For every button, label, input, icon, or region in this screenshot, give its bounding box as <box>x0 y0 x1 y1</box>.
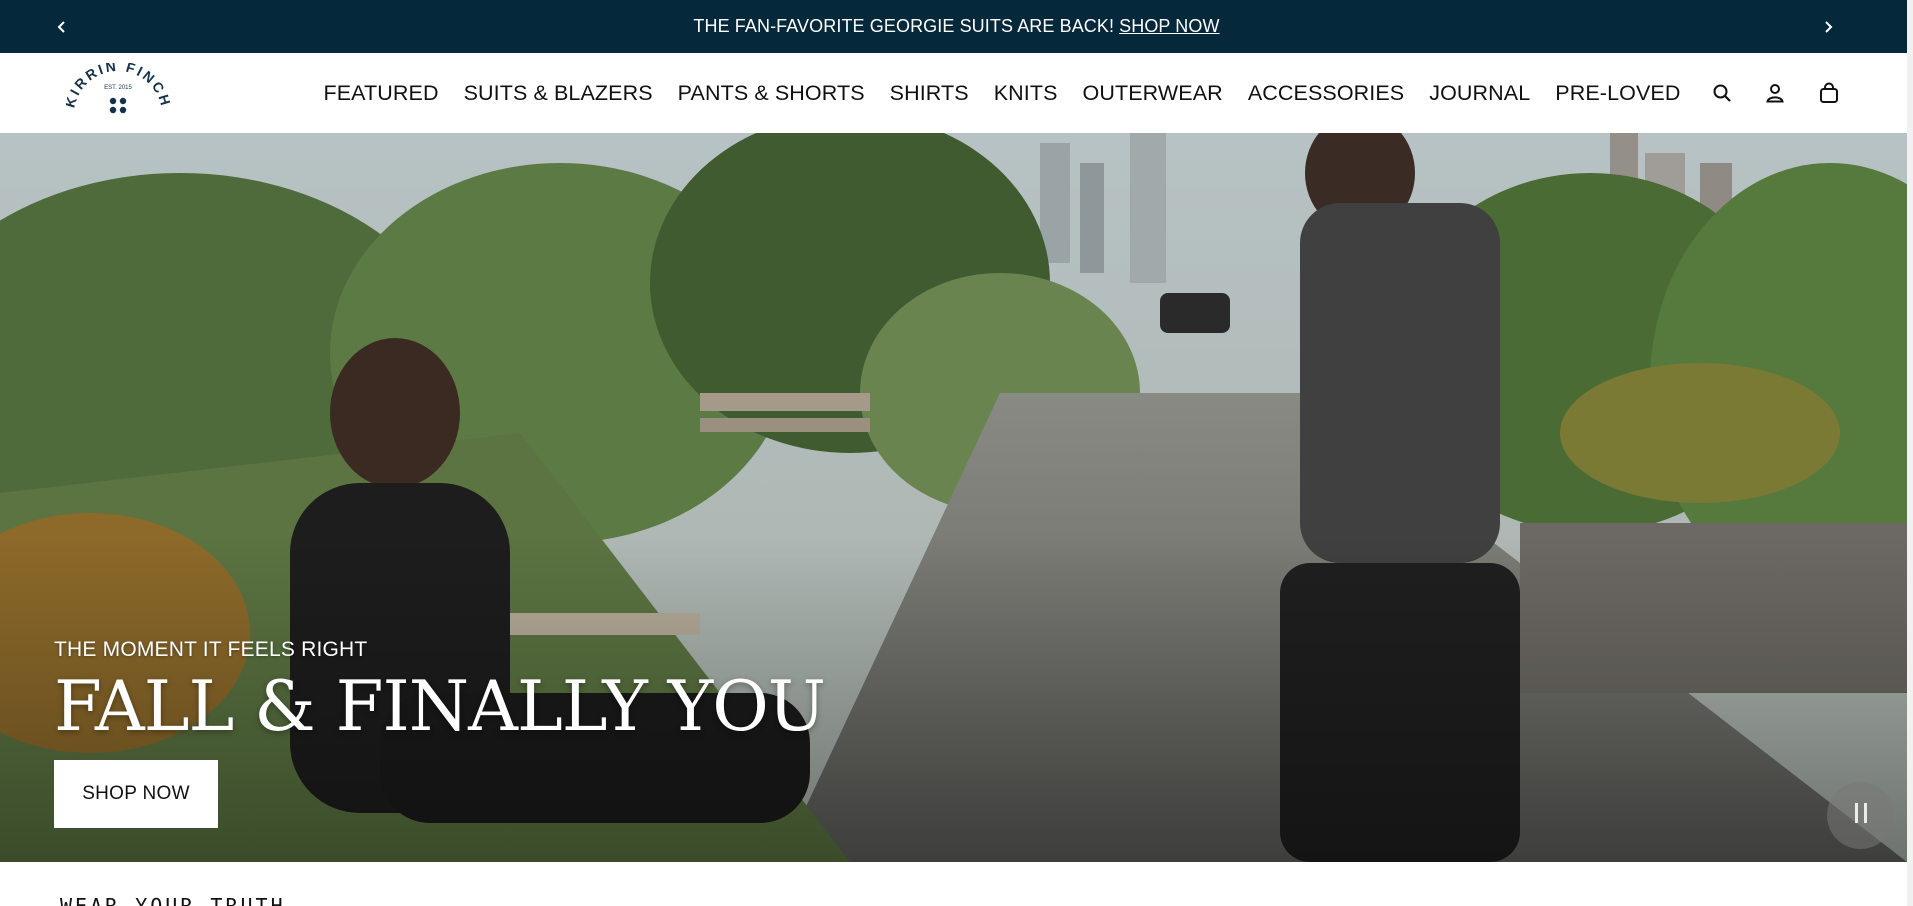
section-title: WEAR YOUR TRUTH <box>60 894 286 906</box>
nav-suits-blazers[interactable]: SUITS & BLAZERS <box>451 81 665 106</box>
cart-icon <box>1820 82 1838 103</box>
chevron-left-icon <box>57 20 65 33</box>
search-icon <box>1713 84 1731 102</box>
cart-button[interactable] <box>1811 75 1847 111</box>
site-header: KIRRIN FINCH EST. 2015 FEATURED SUITS & … <box>0 53 1913 133</box>
hero-headline: FALL & FINALLY YOU <box>54 667 826 747</box>
account-icon <box>1766 84 1784 103</box>
account-button[interactable] <box>1757 75 1793 111</box>
announcement-shop-link[interactable]: SHOP NOW <box>1119 16 1219 36</box>
nav-outerwear[interactable]: OUTERWEAR <box>1070 81 1235 106</box>
nav-shirts[interactable]: SHIRTS <box>877 81 981 106</box>
nav-accessories[interactable]: ACCESSORIES <box>1235 81 1416 106</box>
hero-eyebrow: THE MOMENT IT FEELS RIGHT <box>54 638 368 661</box>
announcement-text: THE FAN-FAVORITE GEORGIE SUITS ARE BACK! <box>693 16 1115 36</box>
announcement-bar: THE FAN-FAVORITE GEORGIE SUITS ARE BACK!… <box>0 0 1913 53</box>
pause-icon <box>1852 803 1870 828</box>
video-pause-button[interactable] <box>1827 782 1894 849</box>
nav-pants-shorts[interactable]: PANTS & SHORTS <box>665 81 877 106</box>
page-scrollbar[interactable] <box>1907 0 1913 906</box>
hero-photo <box>0 133 1907 862</box>
hero-shop-now-button[interactable]: SHOP NOW <box>54 760 218 828</box>
main-nav: FEATURED SUITS & BLAZERS PANTS & SHORTS … <box>311 53 1693 133</box>
brand-logo-mark: KIRRIN FINCH EST. 2015 <box>62 58 172 114</box>
hero-banner: THE MOMENT IT FEELS RIGHT FALL & FINALLY… <box>0 133 1907 862</box>
hero-content: THE MOMENT IT FEELS RIGHT FALL & FINALLY… <box>54 638 826 747</box>
nav-featured[interactable]: FEATURED <box>311 81 451 106</box>
announcement-message: THE FAN-FAVORITE GEORGIE SUITS ARE BACK!… <box>693 16 1219 37</box>
content-section: WEAR YOUR TRUTH <box>0 862 1907 906</box>
nav-pre-loved[interactable]: PRE-LOVED <box>1543 81 1693 106</box>
nav-knits[interactable]: KNITS <box>981 81 1070 106</box>
announcement-prev-button[interactable] <box>42 0 82 53</box>
brand-logo[interactable]: KIRRIN FINCH EST. 2015 <box>62 58 172 125</box>
nav-journal[interactable]: JOURNAL <box>1417 81 1543 106</box>
search-button[interactable] <box>1704 75 1740 111</box>
logo-est-text: EST. 2015 <box>104 85 132 91</box>
chevron-right-icon <box>1825 20 1833 33</box>
announcement-next-button[interactable] <box>1808 0 1848 53</box>
